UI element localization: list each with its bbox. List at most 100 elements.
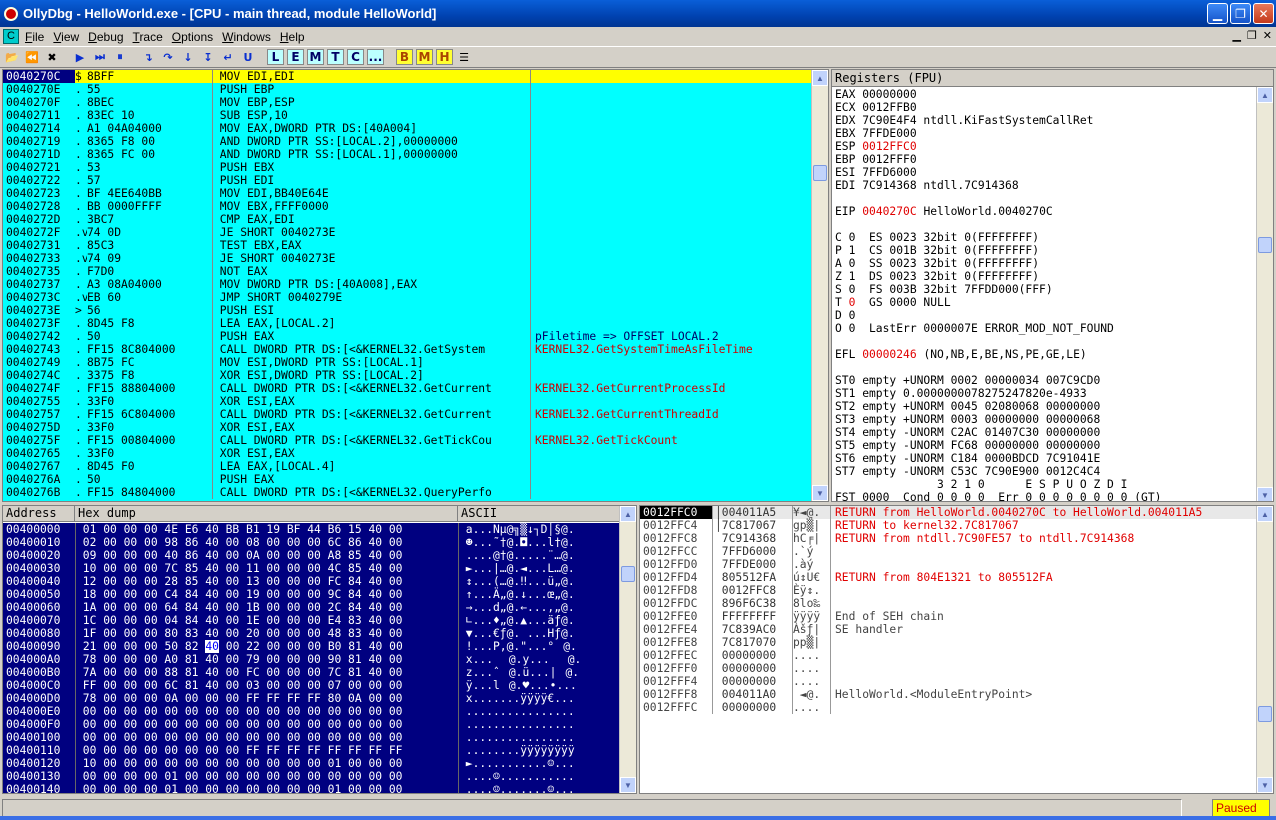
- register-line[interactable]: T 0 GS 0000 NULL: [835, 296, 1255, 309]
- dump-byte[interactable]: 50: [165, 640, 179, 653]
- toolbar-window-button-8[interactable]: H: [436, 49, 453, 65]
- dump-byte[interactable]: 40: [205, 640, 219, 653]
- stack-row[interactable]: 0012FFC8 7C914368 hC╒| RETURN from ntdll.7…: [640, 532, 1258, 545]
- dump-row[interactable]: 004000E0 00 00 00 00 00 00 00 00 00 00 0…: [3, 705, 621, 718]
- step-over-icon[interactable]: ↷: [159, 48, 177, 66]
- disasm-row[interactable]: 0040274F. FF15 88804000 CALL DWORD PTR DS…: [3, 382, 813, 395]
- disasm-row[interactable]: 00402757. FF15 6C804000 CALL DWORD PTR DS…: [3, 408, 813, 421]
- register-line[interactable]: EDX 7C90E4F4 ntdll.KiFastSystemCallRet: [835, 114, 1255, 127]
- toolbar-window-button-3[interactable]: T: [327, 49, 344, 65]
- dump-row[interactable]: 00400060 1A 00 00 00 64 84 40 00 1B 00 0…: [3, 601, 621, 614]
- disasm-row[interactable]: 0040272F .v74 0D JE SHORT 0040273E: [3, 226, 813, 239]
- stack-row[interactable]: 0012FFD4 805512FA ú↕U€ RETURN from 804E132…: [640, 571, 1258, 584]
- register-line[interactable]: EIP 0040270C HelloWorld.0040270C: [835, 205, 1255, 218]
- dump-byte[interactable]: 00: [226, 640, 240, 653]
- disasm-row[interactable]: 00402765. 33F0 XOR ESI,EAX: [3, 447, 813, 460]
- disasm-row[interactable]: 00402714. A1 04A04000 MOV EAX,DWORD PTR D…: [3, 122, 813, 135]
- menu-file[interactable]: File: [23, 30, 51, 44]
- toolbar-window-button-0[interactable]: L: [267, 49, 284, 65]
- dump-byte[interactable]: 00: [124, 640, 138, 653]
- stack-row[interactable]: 0012FFCC 7FFD6000 .`ý: [640, 545, 1258, 558]
- register-line[interactable]: ESP 0012FFC0: [835, 140, 1255, 153]
- disasm-row[interactable]: 0040275F. FF15 00804000 CALL DWORD PTR DS…: [3, 434, 813, 447]
- dump-row[interactable]: 00400100 00 00 00 00 00 00 00 00 00 00 0…: [3, 731, 621, 744]
- register-line[interactable]: [835, 192, 1255, 205]
- dump-byte[interactable]: 81: [348, 640, 362, 653]
- register-line[interactable]: EAX 00000000: [835, 88, 1255, 101]
- disasm-row[interactable]: 00402737. A3 08A04000 MOV DWORD PTR DS:[4…: [3, 278, 813, 291]
- register-line[interactable]: A 0 SS 0023 32bit 0(FFFFFFFF): [835, 257, 1255, 270]
- dump-byte[interactable]: 00: [267, 640, 281, 653]
- register-line[interactable]: ST1 empty 0.0000000078275247820e-4933: [835, 387, 1255, 400]
- dump-row[interactable]: 00400110 00 00 00 00 00 00 00 00 FF FF F…: [3, 744, 621, 757]
- dump-byte[interactable]: 00: [144, 640, 158, 653]
- disasm-row[interactable]: 0040276A. 50 PUSH EAX: [3, 473, 813, 486]
- mdi-close-button[interactable]: ✕: [1263, 29, 1272, 42]
- registers-scrollbar[interactable]: ▲ ▼: [1256, 87, 1273, 501]
- dump-header-ascii[interactable]: ASCII: [458, 506, 621, 521]
- dump-byte[interactable]: 00: [103, 640, 117, 653]
- disasm-row[interactable]: 00402723. BF 4EE640BB MOV EDI,BB40E64E: [3, 187, 813, 200]
- dump-byte[interactable]: 00: [307, 640, 321, 653]
- maximize-button[interactable]: ❐: [1230, 3, 1251, 24]
- scroll-up-arrow-icon[interactable]: ▲: [620, 506, 636, 522]
- register-line[interactable]: ST7 empty -UNORM C53C 7C90E900 0012C4C4: [835, 465, 1255, 478]
- register-line[interactable]: C 0 ES 0023 32bit 0(FFFFFFFF): [835, 231, 1255, 244]
- menu-help[interactable]: Help: [278, 30, 312, 44]
- dump-row[interactable]: 004000C0 FF 00 00 00 6C 81 40 00 03 00 0…: [3, 679, 621, 692]
- list-icon[interactable]: ☰: [455, 48, 473, 66]
- trace-over-icon[interactable]: ↧: [199, 48, 217, 66]
- disasm-row[interactable]: 00402721. 53 PUSH EBX: [3, 161, 813, 174]
- register-line[interactable]: D 0: [835, 309, 1255, 322]
- stack-row[interactable]: 0012FFF4 00000000....: [640, 675, 1258, 688]
- register-line[interactable]: FST 0000 Cond 0 0 0 0 Err 0 0 0 0 0 0 0 …: [835, 491, 1255, 501]
- dump-row[interactable]: 00400030 10 00 00 00 7C 85 40 00 11 00 0…: [3, 562, 621, 575]
- minimize-button[interactable]: ▁: [1207, 3, 1228, 24]
- disasm-row[interactable]: 0040270F. 8BEC MOV EBP,ESP: [3, 96, 813, 109]
- register-line[interactable]: EFL 00000246 (NO,NB,E,BE,NS,PE,GE,LE): [835, 348, 1255, 361]
- dump-byte[interactable]: 22: [246, 640, 260, 653]
- dump-row[interactable]: 00400080 1F 00 00 00 80 83 40 00 20 00 0…: [3, 627, 621, 640]
- dump-byte[interactable]: 00: [287, 640, 301, 653]
- register-line[interactable]: ST3 empty +UNORM 0003 00000000 00000068: [835, 413, 1255, 426]
- mdi-minimize-button[interactable]: ▁: [1232, 29, 1240, 42]
- close-program-icon[interactable]: ✖: [43, 48, 61, 66]
- dump-row[interactable]: 00400140 00 00 00 00 01 00 00 00 00 00 0…: [3, 783, 621, 793]
- stack-row[interactable]: 0012FFE0 FFFFFFFF ÿÿÿÿ End of SEH chain: [640, 610, 1258, 623]
- register-line[interactable]: ST2 empty +UNORM 0045 02080068 00000000: [835, 400, 1255, 413]
- disasm-row[interactable]: 0040276B. FF15 84804000 CALL DWORD PTR DS…: [3, 486, 813, 499]
- scroll-up-arrow-icon[interactable]: ▲: [812, 70, 828, 86]
- register-line[interactable]: Z 1 DS 0023 32bit 0(FFFFFFFF): [835, 270, 1255, 283]
- disasm-row[interactable]: 0040270E. 55 PUSH EBP: [3, 83, 813, 96]
- disasm-row[interactable]: 0040273F. 8D45 F8 LEA EAX,[LOCAL.2]: [3, 317, 813, 330]
- dump-header-address[interactable]: Address: [3, 506, 75, 521]
- disasm-row[interactable]: 0040273E >56 PUSH ESI: [3, 304, 813, 317]
- dump-row[interactable]: 00400120 10 00 00 00 00 00 00 00 00 00 0…: [3, 757, 621, 770]
- dump-byte[interactable]: 40: [369, 640, 383, 653]
- stack-row[interactable]: 0012FFFC 00000000....: [640, 701, 1258, 714]
- disasm-row[interactable]: 00402749. 8B75 FC MOV ESI,DWORD PTR SS:[L…: [3, 356, 813, 369]
- toolbar-window-button-7[interactable]: M: [416, 49, 433, 65]
- disasm-row[interactable]: 00402711. 83EC 10 SUB ESP,10: [3, 109, 813, 122]
- close-button[interactable]: ✕: [1253, 3, 1274, 24]
- scroll-up-arrow-icon[interactable]: ▲: [1257, 87, 1273, 103]
- stack-row[interactable]: 0012FFF8 004011A0 ◄@. HelloWorld.<ModuleE…: [640, 688, 1258, 701]
- restart-icon[interactable]: ⏪: [23, 48, 41, 66]
- register-line[interactable]: EBX 7FFDE000: [835, 127, 1255, 140]
- register-line[interactable]: [835, 361, 1255, 374]
- dump-row[interactable]: 00400090 21 00 00 00 50 82 40 00 22 00 0…: [3, 640, 621, 653]
- stack-pane[interactable]: 0012FFC0 │004011A5 ¥◄@. RETURN from HelloWo…: [639, 505, 1274, 794]
- toolbar-window-button-2[interactable]: M: [307, 49, 324, 65]
- disasm-row[interactable]: 0040271D. 8365 FC 00 AND DWORD PTR SS:[LO…: [3, 148, 813, 161]
- disasm-row[interactable]: 0040274C. 3375 F8 XOR ESI,DWORD PTR SS:[L…: [3, 369, 813, 382]
- disasm-row[interactable]: 00402731. 85C3 TEST EBX,EAX: [3, 239, 813, 252]
- toolbar-window-button-6[interactable]: B: [396, 49, 413, 65]
- disasm-row[interactable]: 0040275D. 33F0 XOR ESI,EAX: [3, 421, 813, 434]
- register-line[interactable]: ECX 0012FFB0: [835, 101, 1255, 114]
- register-line[interactable]: ST5 empty -UNORM FC68 00000000 00000000: [835, 439, 1255, 452]
- register-line[interactable]: 3 2 1 0 E S P U O Z D I: [835, 478, 1255, 491]
- run-icon[interactable]: ▶: [71, 48, 89, 66]
- menu-trace[interactable]: Trace: [131, 30, 170, 44]
- toolbar-window-button-5[interactable]: ...: [367, 49, 384, 65]
- scroll-down-arrow-icon[interactable]: ▼: [1257, 777, 1273, 793]
